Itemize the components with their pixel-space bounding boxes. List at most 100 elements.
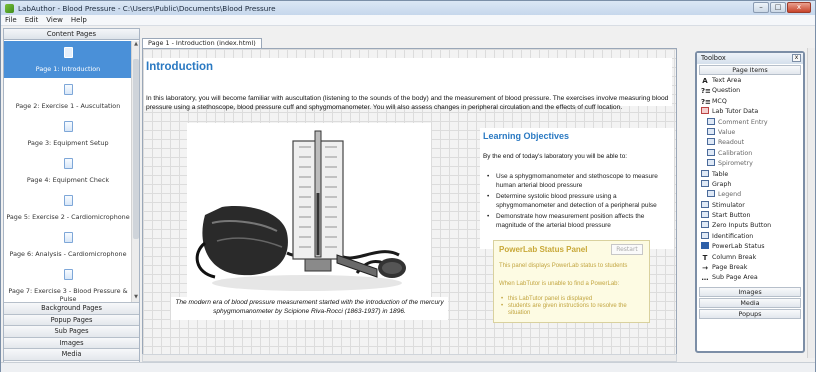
toolbox-section-page-items[interactable]: Page Items	[699, 65, 801, 75]
toolbox-item-label: PowerLab Status	[712, 243, 765, 251]
menu-file[interactable]: File	[1, 15, 21, 26]
maximize-button[interactable]: □	[770, 2, 786, 13]
page-list-item[interactable]: Page 6: Analysis - Cardiomicrophone	[4, 226, 132, 263]
column-break-icon: T	[702, 253, 708, 262]
window-title: LabAuthor - Blood Pressure - C:\Users\Pu…	[18, 3, 276, 13]
list-item: Demonstrate how measurement position aff…	[483, 212, 673, 230]
learning-objectives-list: Use a sphygmomanometer and stethoscope t…	[483, 172, 673, 232]
scroll-thumb[interactable]	[133, 59, 139, 239]
close-button[interactable]: x	[787, 2, 811, 13]
page-list-item[interactable]: Page 4: Equipment Check	[4, 152, 132, 189]
tab-page-1-introduction[interactable]: Page 1 - Introduction (index.html)	[142, 38, 262, 48]
page-list-item-label: Page 6: Analysis - Cardiomicrophone	[9, 250, 127, 258]
canvas-horizontal-scrollbar[interactable]	[142, 354, 677, 362]
toolbox-section-images[interactable]: Images	[699, 286, 801, 297]
table-icon	[701, 169, 709, 177]
toolbox-item-question[interactable]: ?≡Question	[697, 86, 803, 96]
toolbox-section-popups[interactable]: Popups	[699, 308, 801, 319]
toolbox-close-button[interactable]: x	[792, 54, 801, 62]
toolbox-item-label: Lab Tutor Data	[712, 108, 759, 116]
section-button-popup-pages[interactable]: Popup Pages	[4, 313, 139, 326]
toolbox-item-calibration[interactable]: Calibration	[697, 148, 803, 159]
page-list-item[interactable]: Page 1: Introduction	[4, 41, 132, 78]
page-list-item-label: Page 4: Equipment Check	[26, 176, 110, 184]
toolbox-item-lab-tutor-data[interactable]: Lab Tutor Data	[697, 107, 803, 117]
learning-objectives-text-area[interactable]: Learning Objectives By the end of today'…	[480, 128, 674, 249]
section-button-media[interactable]: Media	[4, 348, 139, 360]
powerlab-status-condition: When LabTutor is unable to find a PowerL…	[499, 281, 620, 287]
toolbox-item-text-area[interactable]: A Text Area	[697, 76, 803, 86]
content-pages-header[interactable]: Content Pages	[4, 29, 139, 40]
page-list-item[interactable]: Page 2: Exercise 1 - Auscultation	[4, 78, 132, 115]
value-icon	[707, 127, 715, 135]
page-document-icon	[63, 269, 73, 280]
toolbox-section-media[interactable]: Media	[699, 297, 801, 308]
powerlab-status-panel[interactable]: PowerLab Status Panel Restart This panel…	[493, 240, 650, 323]
toolbox-item-label: Table	[712, 170, 729, 178]
toolbox-item-label: Value	[718, 128, 736, 136]
toolbox-item-sub-page-area[interactable]: … Sub Page Area	[697, 273, 803, 283]
section-button-images[interactable]: Images	[4, 336, 139, 349]
toolbox-item-value[interactable]: Value	[697, 127, 803, 138]
menu-help[interactable]: Help	[67, 15, 91, 26]
menu-view[interactable]: View	[42, 15, 67, 26]
toolbox-item-identification[interactable]: Identification	[697, 231, 803, 242]
introduction-text-area[interactable]: Introduction In this laboratory, you wil…	[144, 58, 672, 111]
window-controls: – □ x	[753, 2, 811, 13]
toolbox-item-graph[interactable]: Graph	[697, 179, 803, 190]
page-list-item[interactable]: Page 7: Exercise 3 - Blood Pressure & Pu…	[4, 263, 132, 302]
image-caption[interactable]: The modern era of blood pressure measure…	[171, 297, 448, 320]
menu-edit[interactable]: Edit	[21, 15, 43, 26]
toolbox-item-legend[interactable]: Legend	[697, 190, 803, 200]
toolbox-item-comment-entry[interactable]: Comment Entry	[697, 117, 803, 128]
toolbox-item-mcq[interactable]: ?≡MCQ	[697, 97, 803, 107]
toolbox-item-label: Graph	[712, 180, 732, 188]
sphygmomanometer-image[interactable]	[187, 123, 431, 298]
toolbox-item-label: Sub Page Area	[712, 274, 758, 282]
page-list: Page 1: Introduction Page 2: Exercise 1 -…	[4, 41, 132, 302]
mcq-icon: ?≡	[701, 97, 711, 106]
scroll-up-arrow-icon[interactable]: ▲	[132, 41, 140, 49]
toolbox-item-table[interactable]: Table	[697, 169, 803, 180]
toolbox-item-label: Calibration	[718, 149, 753, 157]
toolbox-item-label: Identification	[712, 232, 754, 240]
app-window: LabAuthor - Blood Pressure - C:\Users\Pu…	[0, 0, 816, 372]
toolbox-item-spirometry[interactable]: Spirometry	[697, 159, 803, 169]
page-list-item-label: Page 2: Exercise 1 - Auscultation	[15, 102, 121, 110]
toolbox-item-page-break[interactable]: → Page Break	[697, 263, 803, 273]
title-bar[interactable]: LabAuthor - Blood Pressure - C:\Users\Pu…	[1, 1, 815, 15]
list-item: students are given instructions to resol…	[499, 303, 647, 317]
restart-button[interactable]: Restart	[611, 244, 643, 255]
labtutor-data-icon	[701, 107, 709, 115]
toolbox-item-label: Text Area	[712, 77, 742, 84]
toolbox-item-readout[interactable]: Readout	[697, 138, 803, 148]
introduction-heading: Introduction	[146, 61, 214, 73]
page-editor-canvas[interactable]: Introduction In this laboratory, you wil…	[142, 48, 677, 363]
page-list-item[interactable]: Page 5: Exercise 2 - Cardiomicrophone	[4, 189, 132, 226]
page-list-item[interactable]: Page 3: Equipment Setup	[4, 115, 132, 152]
graph-icon	[701, 179, 709, 187]
minimize-button[interactable]: –	[753, 2, 769, 13]
powerlab-status-icon	[701, 242, 709, 250]
toolbox-item-powerlab-status[interactable]: PowerLab Status	[697, 242, 803, 252]
section-button-background-pages[interactable]: Background Pages	[4, 302, 139, 314]
toolbox-item-label: Readout	[718, 139, 745, 147]
right-scrollbar[interactable]	[807, 48, 815, 358]
legend-icon	[707, 190, 715, 198]
scroll-down-arrow-icon[interactable]: ▼	[132, 294, 140, 302]
page-list-scrollbar[interactable]: ▲ ▼	[131, 41, 139, 302]
powerlab-status-description: This panel displays PowerLab status to s…	[499, 263, 628, 269]
toolbox-item-column-break[interactable]: T Column Break	[697, 253, 803, 263]
page-document-icon	[63, 195, 73, 206]
labauthor-app-icon	[5, 3, 14, 13]
stimulator-icon	[701, 200, 709, 208]
toolbox-item-stimulator[interactable]: Stimulator	[697, 200, 803, 211]
menu-bar: File Edit View Help	[1, 15, 815, 26]
toolbox-item-zero-inputs-button[interactable]: Zero Inputs Button	[697, 221, 803, 231]
toolbox-title-bar[interactable]: Toolbox x	[697, 53, 803, 64]
toolbox-item-start-button[interactable]: Start Button	[697, 211, 803, 221]
status-bar	[1, 362, 815, 372]
section-button-sub-pages[interactable]: Sub Pages	[4, 325, 139, 337]
toolbox-item-label: Question	[712, 87, 741, 95]
page-break-icon: →	[702, 264, 708, 273]
